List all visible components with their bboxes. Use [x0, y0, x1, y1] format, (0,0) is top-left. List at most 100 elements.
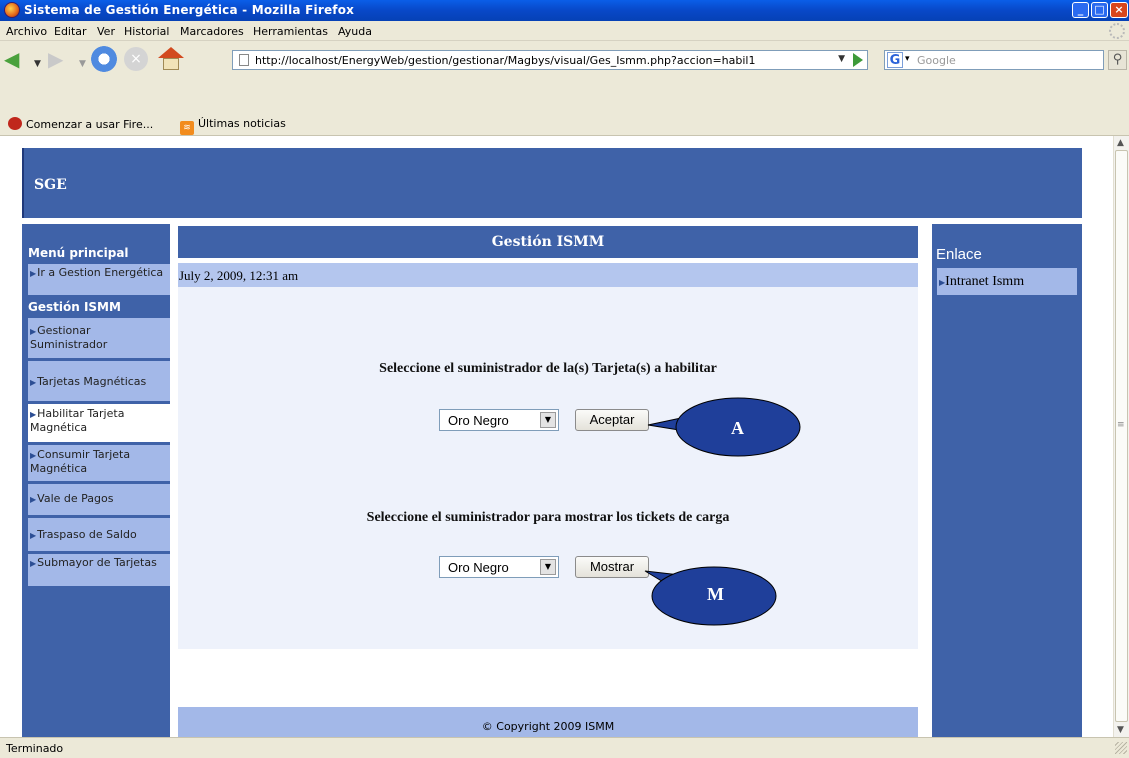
arrow-icon: ▶ — [30, 410, 37, 419]
throbber-icon — [1109, 23, 1125, 39]
minimize-button[interactable]: _ — [1072, 2, 1089, 18]
show-tickets-prompt: Seleccione el suministrador para mostrar… — [366, 510, 730, 525]
current-date: July 2, 2009, 12:31 am — [179, 268, 299, 283]
back-arrow-icon[interactable]: ◀ — [4, 47, 19, 71]
vertical-scrollbar[interactable]: ▲ ≡ ▼ — [1113, 136, 1129, 737]
url-dropdown-icon[interactable]: ▼ — [838, 54, 845, 64]
url-text[interactable]: http://localhost/EnergyWeb/gestion/gesti… — [255, 54, 756, 67]
scroll-down-icon[interactable]: ▼ — [1117, 725, 1124, 735]
sidebar-item-gestionar-suministrador[interactable]: ▶Gestionar Suministrador — [28, 318, 170, 360]
sidebar-item-label: Tarjetas Magnéticas — [37, 375, 147, 388]
home-icon[interactable] — [158, 47, 184, 71]
arrow-icon: ▶ — [30, 451, 37, 460]
maximize-button[interactable]: □ — [1091, 2, 1108, 18]
site-logo-text: SGE — [34, 177, 67, 193]
sidebar-item-consumir-tarjeta[interactable]: ▶Consumir Tarjeta Magnética — [28, 445, 170, 483]
sidebar-item-vale-de-pagos[interactable]: ▶Vale de Pagos — [28, 484, 170, 517]
supplier-select-value: Oro Negro — [448, 413, 509, 428]
search-placeholder: Google — [917, 54, 956, 67]
intranet-link-label: Intranet Ismm — [945, 274, 1025, 289]
go-arrow-icon[interactable] — [853, 53, 863, 67]
bookmark-label: Comenzar a usar Fire... — [26, 118, 154, 131]
bookmark-getting-started[interactable]: Comenzar a usar Fire... — [8, 117, 153, 131]
arrow-icon: ▶ — [30, 378, 37, 387]
reload-icon[interactable] — [91, 46, 117, 72]
date-bar: July 2, 2009, 12:31 am — [178, 263, 918, 287]
menu-marcadores[interactable]: Marcadores — [180, 25, 244, 38]
section-heading: Gestión ISMM — [28, 300, 121, 314]
arrow-icon: ▶ — [30, 269, 37, 278]
bookmarks-toolbar: Comenzar a usar Fire... ≋ Últimas noticia… — [0, 113, 1129, 136]
menu-ayuda[interactable]: Ayuda — [338, 25, 372, 38]
links-heading: Enlace — [936, 246, 982, 263]
close-button[interactable]: × — [1110, 2, 1128, 18]
google-engine-icon[interactable]: G — [887, 52, 903, 68]
sidebar-item-label: Traspaso de Saldo — [37, 528, 137, 541]
menu-historial[interactable]: Historial — [124, 25, 169, 38]
right-sidebar: Enlace ▶Intranet Ismm — [932, 224, 1082, 737]
menu-editar[interactable]: Editar — [54, 25, 87, 38]
arrow-icon: ▶ — [30, 531, 37, 540]
sidebar-item-label: Ir a Gestion Energética — [37, 266, 164, 279]
arrow-icon: ▶ — [30, 327, 37, 336]
scroll-grip-icon: ≡ — [1117, 420, 1125, 430]
status-text: Terminado — [6, 742, 64, 755]
aceptar-button[interactable]: Aceptar — [575, 409, 649, 431]
firefox-icon — [4, 2, 20, 18]
supplier-select-value: Oro Negro — [448, 560, 509, 575]
title-bar: Sistema de Gestión Energética - Mozilla … — [0, 0, 1129, 21]
scroll-up-icon[interactable]: ▲ — [1117, 138, 1124, 148]
menu-herramientas[interactable]: Herramientas — [253, 25, 328, 38]
page-title: Gestión ISMM — [491, 234, 605, 250]
search-box[interactable]: G ▾ Google — [884, 50, 1104, 70]
menu-archivo[interactable]: Archivo — [6, 25, 47, 38]
back-history-dropdown-icon[interactable]: ▼ — [34, 52, 41, 76]
page-icon — [239, 54, 249, 66]
arrow-icon: ▶ — [30, 559, 37, 568]
forward-history-dropdown-icon[interactable]: ▼ — [79, 52, 86, 76]
content-header: Gestión ISMM — [178, 226, 918, 258]
arrow-icon: ▶ — [30, 495, 37, 504]
url-bar[interactable]: http://localhost/EnergyWeb/gestion/gesti… — [232, 50, 868, 70]
sidebar-item-label: Consumir Tarjeta Magnética — [30, 448, 131, 475]
sidebar-item-tarjetas-magneticas[interactable]: ▶Tarjetas Magnéticas — [28, 361, 170, 403]
content-pane — [178, 287, 918, 649]
page-footer: © Copyright 2009 ISMM — [178, 707, 918, 737]
sidebar-item-label: Habilitar Tarjeta Magnética — [30, 407, 125, 434]
sidebar-item-label: Gestionar Suministrador — [30, 324, 108, 351]
sidebar-item-gestion-energetica[interactable]: ▶Ir a Gestion Energética — [28, 264, 170, 297]
chevron-down-icon[interactable]: ▼ — [540, 412, 556, 428]
copyright-text: © Copyright 2009 ISMM — [481, 720, 615, 733]
menu-ver[interactable]: Ver — [97, 25, 115, 38]
window-title: Sistema de Gestión Energética - Mozilla … — [24, 3, 355, 17]
search-magnifier-icon[interactable]: ⚲ — [1108, 50, 1127, 70]
navigation-toolbar: ◀ ▼ ▶ ▼ × http://localhost/EnergyWeb/ges… — [0, 42, 1129, 76]
sidebar-item-label: Submayor de Tarjetas — [37, 556, 157, 569]
intranet-link[interactable]: ▶Intranet Ismm — [937, 268, 1077, 295]
stop-icon[interactable]: × — [124, 47, 148, 71]
rss-feed-icon: ≋ — [180, 121, 194, 135]
sidebar-item-traspaso-de-saldo[interactable]: ▶Traspaso de Saldo — [28, 518, 170, 553]
site-header: SGE — [22, 148, 1082, 218]
supplier-select-show[interactable]: Oro Negro ▼ — [439, 556, 559, 578]
sidebar-item-habilitar-tarjeta[interactable]: ▶Habilitar Tarjeta Magnética — [28, 404, 170, 444]
callout-a — [647, 397, 801, 457]
bookmark-latest-news[interactable]: ≋ Últimas noticias — [180, 117, 286, 135]
supplier-select-enable[interactable]: Oro Negro ▼ — [439, 409, 559, 431]
firefox-bookmark-icon — [8, 117, 22, 130]
mostrar-button[interactable]: Mostrar — [575, 556, 649, 578]
sidebar-item-submayor-tarjetas[interactable]: ▶Submayor de Tarjetas — [28, 554, 170, 588]
chevron-down-icon[interactable]: ▼ — [540, 559, 556, 575]
main-menu-heading: Menú principal — [28, 246, 129, 260]
resize-grip-icon[interactable] — [1115, 742, 1127, 754]
scroll-thumb[interactable] — [1115, 150, 1128, 722]
sidebar-item-label: Vale de Pagos — [37, 492, 114, 505]
forward-arrow-icon[interactable]: ▶ — [48, 47, 63, 71]
bookmark-label: Últimas noticias — [198, 117, 286, 130]
callout-m-label: M — [707, 584, 724, 604]
engine-dropdown-icon[interactable]: ▾ — [905, 54, 910, 64]
left-menu: Menú principal ▶Ir a Gestion Energética … — [22, 224, 170, 737]
status-bar: Terminado — [0, 737, 1129, 758]
menu-bar: Archivo Editar Ver Historial Marcadores … — [0, 21, 1129, 41]
page-viewport: SGE Menú principal ▶Ir a Gestion Energét… — [0, 136, 1113, 737]
